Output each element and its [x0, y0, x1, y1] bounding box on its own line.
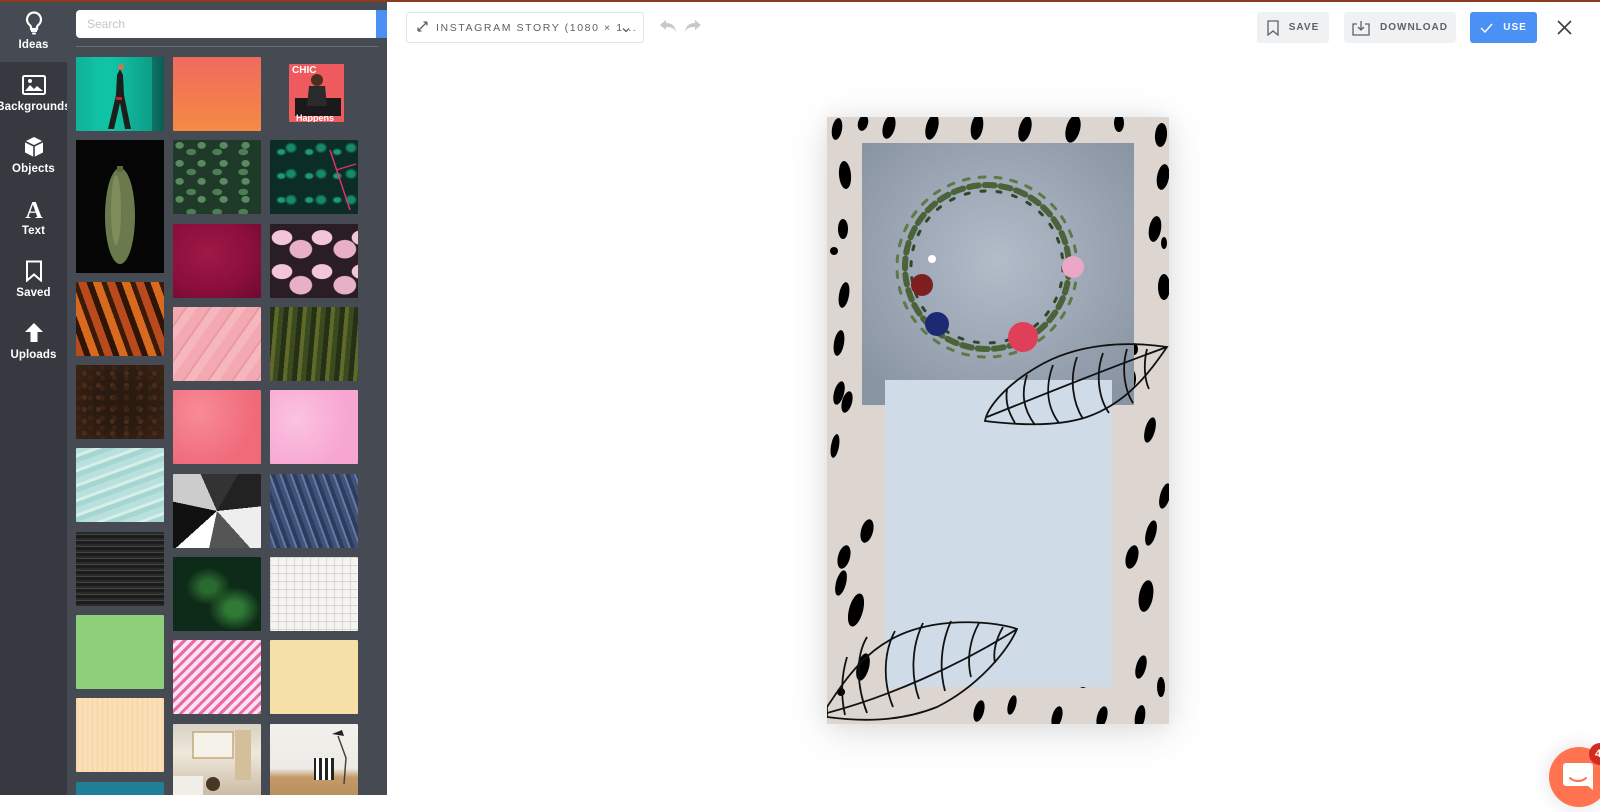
close-icon [1557, 20, 1572, 35]
lightbulb-icon [21, 11, 47, 35]
checkmark-icon [1480, 23, 1493, 33]
use-label: USE [1503, 22, 1527, 33]
thumbnail-dark-ferns[interactable] [173, 557, 261, 631]
image-icon [21, 73, 47, 97]
thumbnail-dark-water[interactable] [76, 532, 164, 606]
use-button[interactable]: USE [1470, 12, 1537, 43]
pink-rose [1008, 322, 1038, 352]
thumbnail-teal-leaves-pink-stems[interactable] [270, 140, 358, 214]
thumbnail-bright-room[interactable] [173, 724, 261, 795]
search-input[interactable] [76, 10, 377, 38]
sidebar-item-objects[interactable]: Objects [0, 124, 67, 186]
resize-arrows-icon [417, 19, 428, 37]
design-artwork [827, 117, 1169, 724]
thumbnail-green-leaves[interactable] [173, 140, 261, 214]
sidebar-item-backgrounds[interactable]: Backgrounds [0, 62, 71, 124]
svg-text:A: A [25, 198, 43, 220]
canvas-size-label: INSTAGRAM STORY (1080 × 1... [436, 21, 638, 34]
thumbnail-pink-diagonal-stripes[interactable] [173, 640, 261, 714]
download-label: DOWNLOAD [1380, 22, 1448, 33]
red-flower [911, 274, 933, 296]
canvas-size-dropdown[interactable]: INSTAGRAM STORY (1080 × 1... [406, 12, 644, 43]
thumbnail-chic-happens[interactable]: CHIC Happens [289, 64, 344, 122]
thumbnail-coffee-beans[interactable] [76, 365, 164, 439]
svg-text:Happens: Happens [296, 113, 334, 122]
thumbnail-zucchini-dark[interactable] [76, 140, 164, 273]
thumbnail-fashion-model-teal[interactable] [76, 57, 164, 131]
backgrounds-panel: CHIC Happens [67, 0, 387, 795]
thumbnail-teal-texture[interactable] [76, 782, 164, 795]
chevron-down-icon [621, 22, 631, 40]
white-flower [928, 255, 936, 263]
text-icon: A [21, 197, 47, 221]
sidebar-item-label: Saved [16, 287, 51, 299]
thumbnail-crimson-velvet[interactable] [173, 224, 261, 298]
search-bar [76, 10, 387, 38]
thumbnail-pink-fur[interactable] [270, 390, 358, 464]
redo-button[interactable] [684, 18, 702, 34]
download-button[interactable]: DOWNLOAD [1344, 12, 1456, 43]
chic-text: CHIC [292, 65, 316, 76]
thumbnail-pale-yellow[interactable] [270, 640, 358, 714]
sidebar-item-ideas[interactable]: Ideas [0, 0, 67, 62]
sidebar-item-label: Ideas [18, 39, 49, 51]
sidebar-item-label: Objects [12, 163, 55, 175]
thumbnail-peach-stripes[interactable] [76, 698, 164, 772]
pink-peony [1062, 256, 1084, 278]
thumbnail-pink-palm-fronds[interactable] [173, 307, 261, 381]
thumbnail-pink-hosta-leaves[interactable] [270, 224, 358, 298]
thumbnail-snake-plant[interactable] [270, 307, 358, 381]
panel-divider [76, 46, 378, 47]
undo-icon [660, 20, 676, 32]
thumbnail-blue-fur[interactable] [270, 474, 358, 548]
sidebar-item-label: Text [21, 225, 46, 237]
redo-icon [685, 20, 701, 32]
thumbnail-pool-water[interactable] [76, 448, 164, 522]
sidebar-item-label: Uploads [10, 349, 57, 361]
save-button[interactable]: SAVE [1257, 12, 1329, 43]
sidebar-item-text[interactable]: A Text [0, 186, 67, 248]
browser-top-strip [0, 0, 1600, 2]
design-canvas[interactable] [827, 117, 1169, 724]
undo-button[interactable] [659, 18, 677, 34]
save-label: SAVE [1288, 22, 1320, 33]
sidebar-rail: Ideas Backgrounds Objects A Text Saved U… [0, 0, 71, 795]
bookmark-icon [21, 259, 47, 283]
upload-arrow-icon [21, 321, 47, 345]
thumbnail-white-grid[interactable] [270, 557, 358, 631]
thumbnail-white-brick-chair[interactable] [270, 724, 358, 795]
thumbnail-coral-orange-gradient[interactable] [173, 57, 261, 131]
search-button[interactable] [376, 10, 387, 38]
sidebar-item-label: Backgrounds [0, 101, 71, 113]
download-icon [1352, 20, 1370, 36]
cube-icon [21, 135, 47, 159]
sidebar-item-uploads[interactable]: Uploads [0, 310, 67, 372]
thumbnail-pink-clouds[interactable] [173, 390, 261, 464]
thumbnail-green-pattern[interactable] [76, 615, 164, 689]
sidebar-item-saved[interactable]: Saved [0, 248, 67, 310]
close-button[interactable] [1556, 19, 1573, 36]
thumbnail-tiger-stripes[interactable] [76, 282, 164, 356]
thumbnail-geometric-facade[interactable] [173, 474, 261, 548]
blue-flower [925, 312, 949, 336]
bookmark-icon [1267, 19, 1279, 36]
